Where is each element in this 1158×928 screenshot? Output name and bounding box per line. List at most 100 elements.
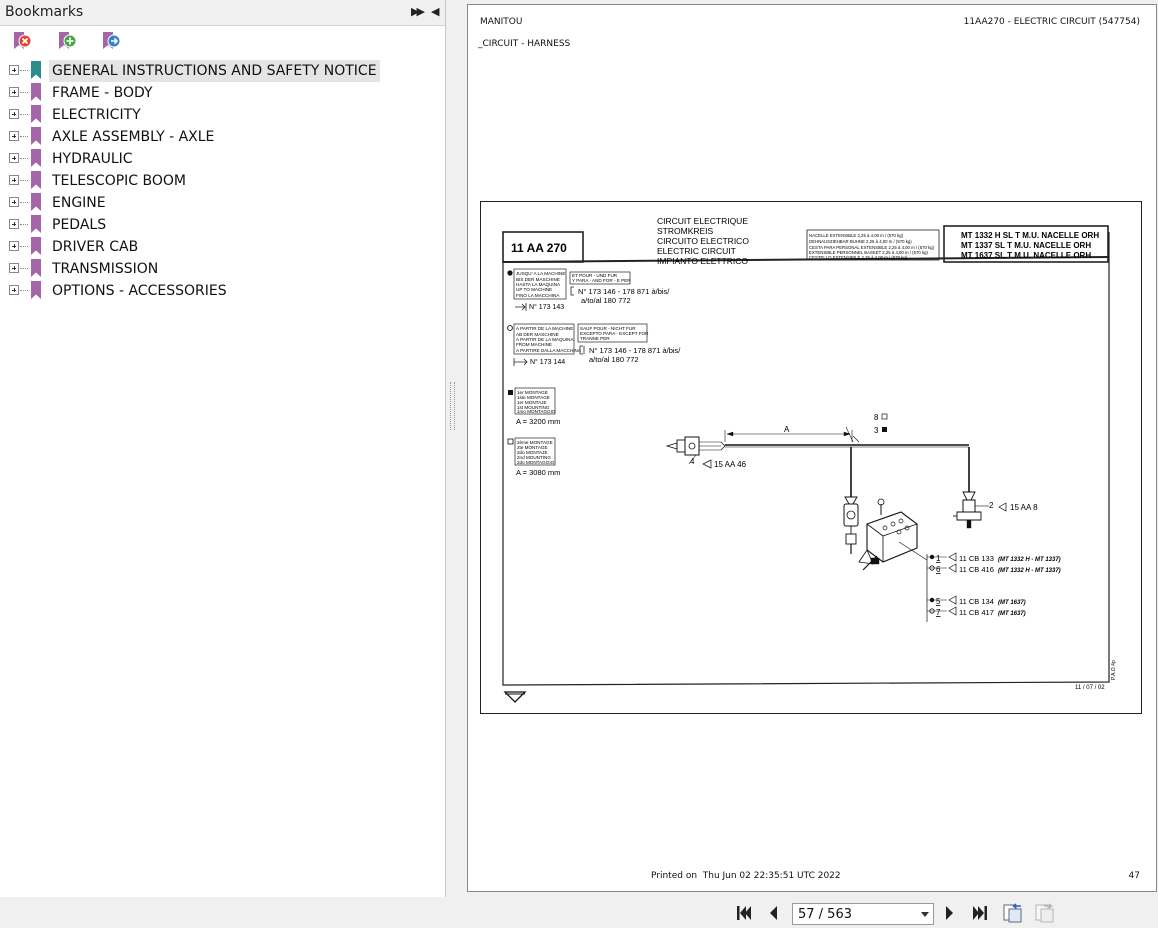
bookmark-item[interactable]: HYDRAULIC (0, 148, 446, 170)
expand-plus-icon[interactable] (9, 109, 19, 119)
until-line-5: FINO LA MACCHINA (516, 293, 560, 298)
tree-connector (20, 268, 28, 269)
first-page-icon[interactable] (735, 904, 753, 922)
bookmark-item[interactable]: OPTIONS - ACCESSORIES (0, 280, 446, 302)
expand-plus-icon[interactable] (9, 219, 19, 229)
navigation-bar (0, 897, 1158, 928)
tree-connector (20, 180, 28, 181)
page-indicator: 57 / 563 (798, 907, 852, 922)
from-line-4: FROM MACHINE (516, 342, 552, 347)
callout-3: 3 (874, 426, 879, 435)
bookmark-item[interactable]: FRAME - BODY (0, 82, 446, 104)
expand-plus-icon[interactable] (9, 197, 19, 207)
previous-page-icon[interactable] (766, 904, 780, 922)
from-number: N° 173 144 (530, 358, 565, 366)
double-triangle-right-icon[interactable]: ▶▶ (411, 5, 425, 19)
next-page-icon[interactable] (943, 904, 957, 922)
page-selector[interactable]: 57 / 563 (792, 903, 934, 925)
last-page-icon[interactable] (971, 904, 989, 922)
mount1-value: A = 3200 mm (516, 417, 560, 426)
from-line-5: A PARTIRE DALLA MACCHINA (516, 348, 582, 353)
bookmark-label: ELECTRICITY (52, 107, 141, 123)
expand-plus-icon[interactable] (9, 87, 19, 97)
splitter-grip[interactable] (450, 382, 455, 430)
model-line-3: MT 1637 SL T M.U. NACELLE ORH (961, 251, 1091, 260)
ref-list: 1 11 CB 133 (MT 1332 H - MT 1337) 6 11 C… (929, 552, 1061, 617)
mount1-line-5: 1mo MONTAGGIO (517, 409, 556, 414)
expand-plus-icon[interactable] (9, 65, 19, 75)
tree-connector (20, 158, 28, 159)
bookmark-item[interactable]: TRANSMISSION (0, 258, 446, 280)
ref-6-code: 11 CB 416 (959, 565, 994, 574)
tree-connector (20, 224, 28, 225)
expand-plus-icon[interactable] (9, 153, 19, 163)
tree-connector (20, 136, 28, 137)
bookmark-icon (31, 127, 41, 145)
expand-plus-icon[interactable] (9, 285, 19, 295)
tree-connector (20, 70, 28, 71)
bookmark-label: AXLE ASSEMBLY - AXLE (52, 129, 215, 145)
title-line-3: CIRCUITO ELECTRICO (657, 236, 749, 246)
panel-splitter[interactable] (446, 0, 466, 897)
page-number-footer: 47 (1128, 871, 1140, 881)
bookmark-label: ENGINE (52, 195, 106, 211)
ref-6-model: (MT 1332 H - MT 1337) (998, 568, 1061, 574)
expand-plus-icon[interactable] (9, 175, 19, 185)
drawing-code: 11 AA 270 (511, 241, 567, 255)
title-line-2: STROMKREIS (657, 226, 714, 236)
bookmark-icon (31, 83, 41, 101)
model-line-1: MT 1332 H SL T M.U. NACELLE ORH (961, 231, 1099, 240)
bookmark-label: HYDRAULIC (52, 151, 133, 167)
bookmark-icon (31, 193, 41, 211)
until-line-4: UP TO MACHINE (516, 287, 552, 292)
tree-connector (20, 114, 28, 115)
except-number-1: N° 173 146 - 178 871 à/bis/ (589, 346, 681, 355)
and-for-line-2: Y PARA - AND FOR - E PER (572, 278, 631, 283)
expand-plus-icon[interactable] (9, 131, 19, 141)
go-forward-view-icon[interactable] (1034, 902, 1056, 924)
from-line-1: A PARTIR DE LA MACHINE (516, 326, 573, 331)
bookmark-item[interactable]: GENERAL INSTRUCTIONS AND SAFETY NOTICE (0, 60, 446, 82)
add-bookmark-icon[interactable] (55, 30, 77, 52)
ref-7-model: (MT 1637) (998, 611, 1026, 617)
expand-plus-icon[interactable] (9, 241, 19, 251)
triangle-left-icon[interactable]: ◀ (431, 5, 439, 19)
add-child-bookmark-icon[interactable] (99, 30, 121, 52)
tree-connector (20, 202, 28, 203)
platform-line-2: DEHNAUSZIEHBAR BUHNE 2,25 à 4,00 m / (57… (809, 239, 912, 244)
bookmark-item[interactable]: DRIVER CAB (0, 236, 446, 258)
printed-on-footer: Printed on Thu Jun 02 22:35:51 UTC 2022 (651, 871, 841, 881)
bookmark-icon (31, 259, 41, 277)
title-line-4: ELECTRIC CIRCUIT (657, 246, 736, 256)
delete-bookmark-icon[interactable] (10, 30, 32, 52)
dimension-a-label: A (784, 425, 790, 434)
go-back-view-icon[interactable] (1002, 902, 1024, 924)
bookmark-label: GENERAL INSTRUCTIONS AND SAFETY NOTICE (49, 60, 380, 82)
title-line-1: CIRCUIT ELECTRIQUE (657, 216, 748, 226)
ref-1-num: 1 (936, 554, 941, 563)
bookmark-tree: GENERAL INSTRUCTIONS AND SAFETY NOTICE FR… (0, 60, 446, 302)
except-line-3: TRANNE PER (580, 336, 610, 341)
document-page: MANITOU 11AA270 - ELECTRIC CIRCUIT (5477… (467, 4, 1157, 892)
ref-7-num: 7 (936, 608, 941, 617)
bookmark-item[interactable]: AXLE ASSEMBLY - AXLE (0, 126, 446, 148)
model-line-2: MT 1337 SL T M.U. NACELLE ORH (961, 241, 1091, 250)
bookmarks-toolbar (0, 26, 445, 58)
bookmark-item[interactable]: TELESCOPIC BOOM (0, 170, 446, 192)
ref-7-code: 11 CB 417 (959, 608, 994, 617)
callout-2-ref: 15 AA 8 (1010, 503, 1038, 512)
tree-connector (20, 290, 28, 291)
page-subheader: _CIRCUIT - HARNESS (478, 39, 571, 49)
bookmark-icon (31, 171, 41, 189)
ref-1-code: 11 CB 133 (959, 554, 994, 563)
bookmark-item[interactable]: PEDALS (0, 214, 446, 236)
ref-5-code: 11 CB 134 (959, 597, 994, 606)
chevron-down-icon[interactable] (921, 912, 929, 917)
tree-connector (20, 246, 28, 247)
expand-plus-icon[interactable] (9, 263, 19, 273)
ref-1-model: (MT 1332 H - MT 1337) (998, 557, 1061, 563)
title-line-5: IMPIANTO ELETTRICO (657, 256, 748, 266)
bookmarks-panel: Bookmarks ▶▶ ◀ GENERAL INSTRUCTIONS AND … (0, 0, 446, 897)
bookmark-item[interactable]: ELECTRICITY (0, 104, 446, 126)
bookmark-item[interactable]: ENGINE (0, 192, 446, 214)
